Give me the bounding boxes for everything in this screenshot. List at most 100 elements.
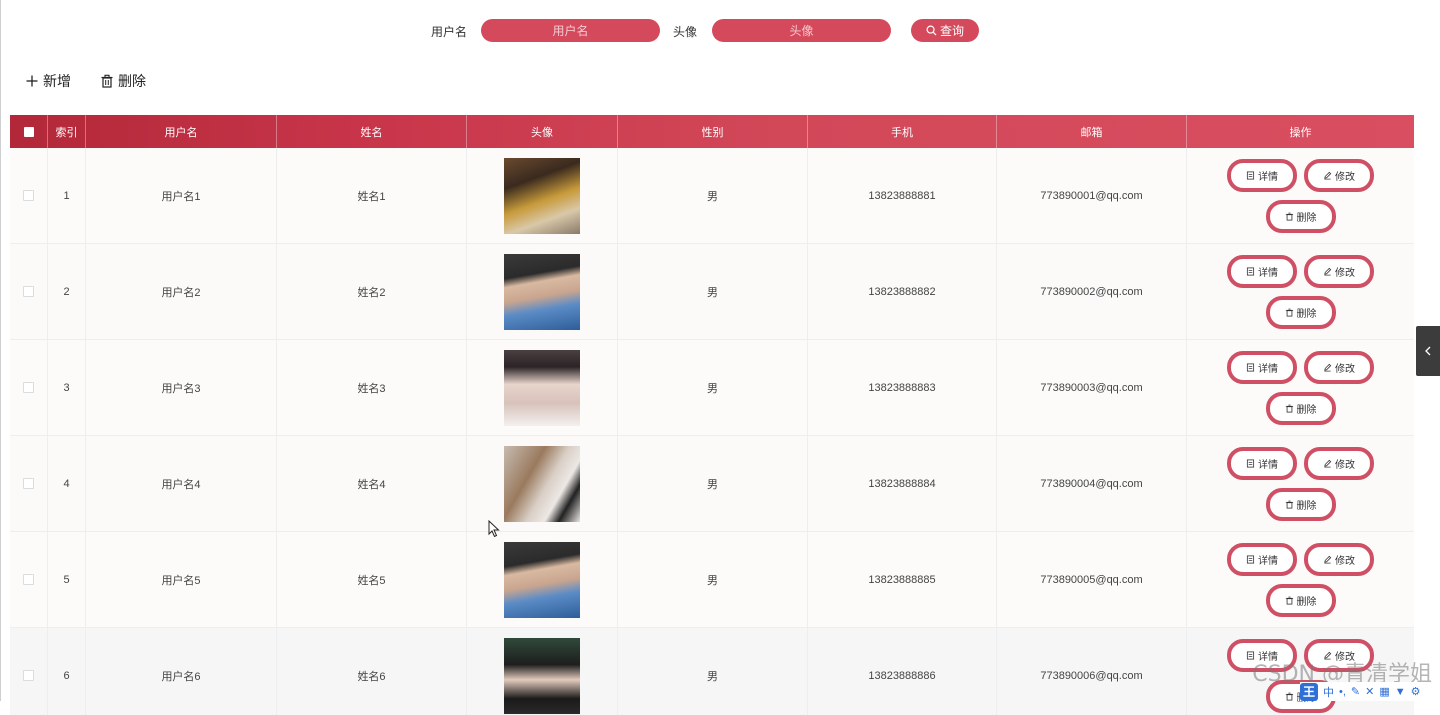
ime-keyboard-icon[interactable]: ▦ [1379,685,1389,698]
side-panel-toggle[interactable] [1416,326,1440,376]
avatar-image [504,349,580,426]
cell-gender: 男 [618,244,808,339]
edit-button[interactable]: 修改 [1304,350,1374,384]
trash-icon [1285,212,1293,221]
edit-button[interactable]: 修改 [1304,542,1374,576]
pencil-icon [1324,363,1332,371]
search-bar: 用户名 头像 查询 [0,19,1440,42]
avatar-search-input[interactable] [712,19,891,42]
row-select-cell [10,148,48,243]
avatar-image [504,445,580,522]
header-index: 索引 [48,115,86,148]
batch-delete-button[interactable]: 删除 [100,72,146,90]
ime-toolbar[interactable]: 王 中 •, ✎ ✕ ▦ ▼ ⚙ [1300,682,1440,701]
delete-button[interactable]: 删除 [1265,583,1336,617]
ime-logo[interactable]: 王 [1300,682,1318,701]
cell-email: 773890004@qq.com [997,436,1187,531]
ime-pen-icon[interactable]: ✎ [1351,685,1360,698]
plus-icon [26,75,38,87]
detail-button[interactable]: 详情 [1227,542,1297,576]
edit-button-label: 修改 [1335,171,1355,183]
cell-index: 3 [48,340,86,435]
delete-button[interactable]: 删除 [1265,391,1336,425]
delete-button-label: 删除 [1296,596,1317,608]
add-button-label: 新增 [43,73,71,89]
cell-gender: 男 [618,340,808,435]
cell-username: 用户名2 [86,244,277,339]
row-checkbox[interactable] [23,190,34,201]
cell-name: 姓名2 [277,244,467,339]
ime-tools-icon[interactable]: ✕ [1365,685,1374,698]
table-row: 1 用户名1 姓名1 男 13823888881 773890001@qq.co… [10,148,1414,244]
row-select-cell [10,532,48,627]
cell-phone: 13823888884 [808,436,997,531]
delete-button-label: 删除 [1296,212,1317,224]
header-select-all[interactable] [10,115,48,148]
cell-avatar [467,436,618,531]
cell-username: 用户名3 [86,340,277,435]
select-all-checkbox[interactable] [23,126,34,137]
edit-button[interactable]: 修改 [1304,158,1374,192]
cell-actions: 详情 修改 删除 [1187,436,1414,531]
cell-actions: 详情 修改 删除 [1187,532,1414,627]
ime-mode[interactable]: 中 [1323,684,1334,700]
detail-button[interactable]: 详情 [1227,446,1297,480]
trash-icon [1285,404,1293,413]
cell-name: 姓名4 [277,436,467,531]
chevron-left-icon [1425,346,1431,356]
batch-delete-button-label: 删除 [118,73,146,89]
delete-button[interactable]: 删除 [1265,295,1336,329]
cell-avatar [467,340,618,435]
cell-index: 1 [48,148,86,243]
cell-actions: 详情 修改 删除 [1187,340,1414,435]
cell-avatar [467,148,618,243]
detail-button[interactable]: 详情 [1227,158,1297,192]
username-search-label: 用户名 [431,25,468,39]
edit-button-label: 修改 [1335,555,1355,567]
row-checkbox[interactable] [23,382,34,393]
add-button[interactable]: 新增 [25,72,71,90]
cell-avatar [467,532,618,627]
cell-phone: 13823888885 [808,532,997,627]
detail-button-label: 详情 [1258,267,1278,279]
ime-skin-icon[interactable]: ▼ [1395,686,1406,698]
edit-button[interactable]: 修改 [1304,446,1374,480]
cell-index: 2 [48,244,86,339]
delete-button-label: 删除 [1296,404,1317,416]
username-search-input[interactable] [481,19,660,42]
row-checkbox[interactable] [23,286,34,297]
row-select-cell [10,340,48,435]
edit-button-label: 修改 [1335,459,1355,471]
row-select-cell [10,244,48,339]
cell-name: 姓名1 [277,148,467,243]
document-icon [1246,170,1255,180]
cell-gender: 男 [618,532,808,627]
table-row: 4 用户名4 姓名4 男 13823888884 773890004@qq.co… [10,436,1414,532]
delete-button[interactable]: 删除 [1265,487,1336,521]
edit-button[interactable]: 修改 [1304,254,1374,288]
header-gender: 性别 [618,115,808,148]
row-checkbox[interactable] [23,574,34,585]
header-username: 用户名 [86,115,277,148]
table-row: 5 用户名5 姓名5 男 13823888885 773890005@qq.co… [10,532,1414,628]
row-checkbox[interactable] [23,670,34,681]
detail-button[interactable]: 详情 [1227,350,1297,384]
row-checkbox[interactable] [23,478,34,489]
cell-index: 5 [48,532,86,627]
query-button-label: 查询 [939,24,964,38]
query-button[interactable]: 查询 [911,19,979,42]
detail-button-label: 详情 [1258,363,1278,375]
cell-index: 4 [48,436,86,531]
edit-button-label: 修改 [1335,267,1355,279]
cell-avatar [467,628,618,715]
detail-button[interactable]: 详情 [1227,254,1297,288]
delete-button[interactable]: 删除 [1265,199,1336,233]
ime-punctuation-icon[interactable]: •, [1339,686,1346,698]
row-select-cell [10,436,48,531]
cell-username: 用户名6 [86,628,277,715]
cell-actions: 详情 修改 删除 [1187,244,1414,339]
table-row: 6 用户名6 姓名6 男 13823888886 773890006@qq.co… [10,628,1414,715]
ime-settings-icon[interactable]: ⚙ [1411,685,1421,698]
document-icon [1246,266,1255,276]
cell-index: 6 [48,628,86,715]
